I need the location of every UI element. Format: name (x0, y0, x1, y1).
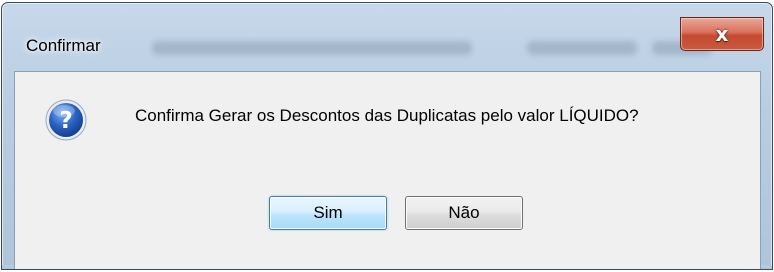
no-button[interactable]: Não (405, 196, 523, 230)
svg-text:?: ? (59, 108, 72, 134)
dialog-title: Confirmar (26, 36, 101, 55)
confirm-dialog: Confirmar x ? Confirma Gerar os Desconto… (1, 2, 773, 270)
close-button[interactable]: x (680, 17, 764, 51)
dialog-body: ? Confirma Gerar os Descontos das Duplic… (14, 71, 761, 269)
yes-button[interactable]: Sim (269, 196, 387, 230)
no-button-label: Não (448, 203, 480, 222)
title-bar[interactable]: Confirmar x (2, 3, 772, 71)
yes-button-label: Sim (313, 203, 343, 222)
close-icon: x (715, 22, 729, 46)
question-icon: ? (45, 99, 87, 141)
confirmation-message: Confirma Gerar os Descontos das Duplicat… (135, 106, 639, 125)
